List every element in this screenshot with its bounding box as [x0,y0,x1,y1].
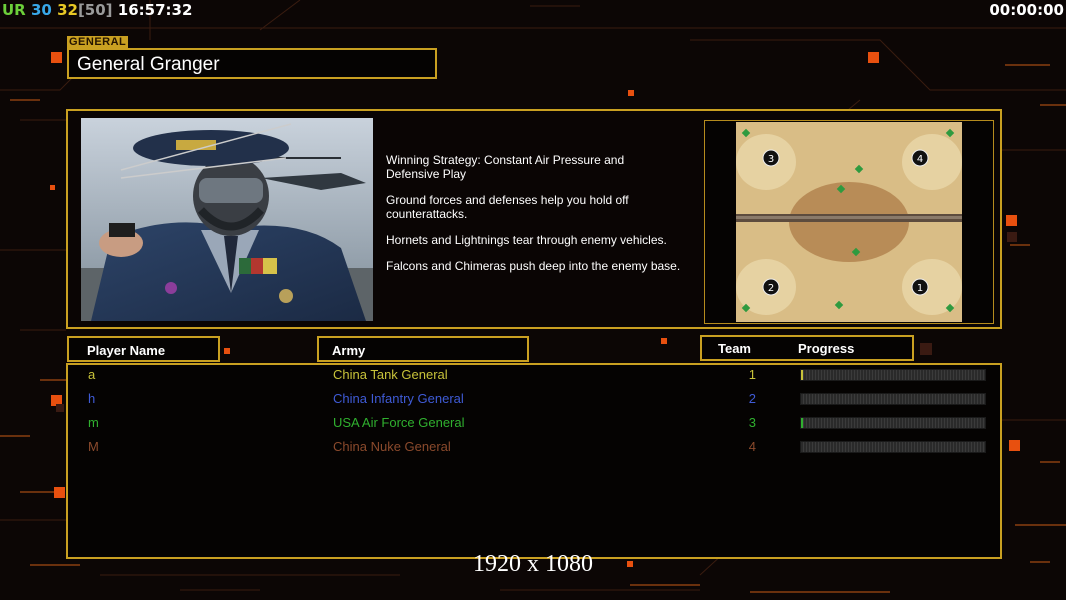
player-name: h [88,391,96,406]
player-progress-bar [800,417,986,429]
progress-header-label: Progress [798,341,855,356]
player-name-header-label: Player Name [87,343,166,358]
ur-label: UR [2,1,26,19]
general-title-box: General Granger [67,48,437,79]
start-position-4: 4 [917,154,923,165]
player-row: m USA Air Force General 3 [68,413,1004,437]
ur-value: 30 [30,1,52,19]
general-name: General Granger [77,54,220,75]
start-position-2: 2 [768,283,774,294]
map-preview: 3 4 2 1 [736,122,962,322]
player-name-header: Player Name [67,336,220,362]
strategy-text-3: Hornets and Lightnings tear through enem… [386,233,667,247]
team-progress-header: Team Progress [700,335,914,361]
general-portrait [81,118,373,321]
resolution-label: 1920 x 1080 [473,551,593,577]
player-progress-bar [800,441,986,453]
game-timer: 00:00:00 [989,1,1064,19]
map-preview-frame: 3 4 2 1 [704,120,994,324]
player-list: a China Tank General 1 h China Infantry … [66,363,1002,559]
player-name: a [88,367,96,382]
player-progress-fill [801,370,803,380]
player-team: 3 [748,415,756,430]
player-row: M China Nuke General 4 [68,437,1004,461]
count-limit: [50] [77,1,113,19]
general-portrait-image [81,118,373,321]
player-army: China Infantry General [333,391,464,406]
player-row: h China Infantry General 2 [68,389,1004,413]
player-name: m [88,415,99,430]
clock: 16:57:32 [117,1,193,19]
player-progress-bar [800,369,986,381]
start-position-1: 1 [917,283,923,294]
team-header-label: Team [718,341,751,356]
strategy-text-2: Ground forces and defenses help you hold… [386,193,629,221]
fps-counter: UR 30 32[50] 16:57:32 [2,1,192,19]
player-army: China Tank General [333,367,448,382]
strategy-text-1: Winning Strategy: Constant Air Pressure … [386,153,625,181]
player-army: China Nuke General [333,439,451,454]
strategy-text-4: Falcons and Chimeras push deep into the … [386,259,681,273]
player-progress-fill [801,418,803,428]
strategy-description: Winning Strategy: Constant Air Pressure … [386,153,706,285]
player-team: 2 [748,391,756,406]
player-team: 4 [748,439,756,454]
general-info-panel: Winning Strategy: Constant Air Pressure … [66,109,1002,329]
army-header-label: Army [332,343,366,358]
army-header: Army [317,336,529,362]
player-team: 1 [748,367,756,382]
player-progress-bar [800,393,986,405]
count-value: 32 [57,1,78,19]
start-position-3: 3 [768,154,774,165]
player-name: M [88,439,99,454]
player-army: USA Air Force General [333,415,465,430]
player-row: a China Tank General 1 [68,365,1004,389]
